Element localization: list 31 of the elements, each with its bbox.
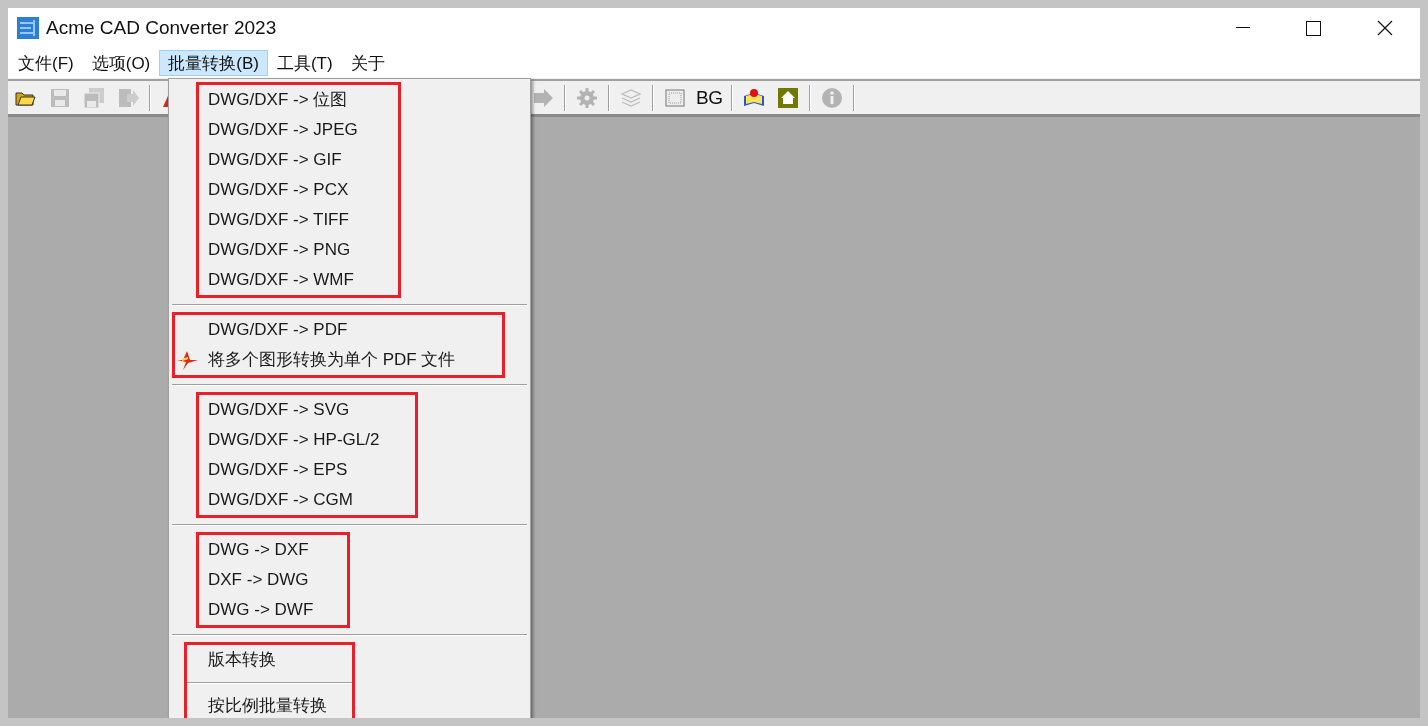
menu-item[interactable]: DWG -> DXF: [199, 535, 347, 565]
menu-bar-item[interactable]: 关于: [341, 50, 394, 76]
menu-bar-item[interactable]: 文件(F): [9, 50, 83, 76]
window-title: Acme CAD Converter 2023: [46, 15, 277, 40]
menu-item[interactable]: 按比例批量转换: [187, 691, 352, 718]
menu-item[interactable]: DWG/DXF -> GIF: [199, 145, 398, 175]
menu-item[interactable]: DWG/DXF -> HP-GL/2: [199, 425, 415, 455]
app-logo-icon: [17, 17, 39, 39]
menu-item[interactable]: DWG/DXF -> EPS: [199, 455, 415, 485]
menu-bar-item[interactable]: 选项(O): [82, 50, 160, 76]
close-icon: [1376, 20, 1393, 36]
menu-item[interactable]: DWG/DXF -> WMF: [199, 265, 398, 295]
menu-item[interactable]: 版本转换: [187, 645, 352, 675]
minimize-icon: [1235, 27, 1250, 29]
menu-bar-item[interactable]: 工具(T): [267, 50, 342, 76]
menu-item[interactable]: DWG/DXF -> 位图: [199, 85, 398, 115]
menu-item[interactable]: DWG/DXF -> PNG: [199, 235, 398, 265]
home-icon[interactable]: [776, 86, 799, 109]
menu-item[interactable]: DWG -> DWF: [199, 595, 347, 625]
menu-item[interactable]: DXF -> DWG: [199, 565, 347, 595]
menu-item[interactable]: 将多个图形转换为单个 PDF 文件: [175, 345, 502, 375]
maximize-icon: [1306, 20, 1321, 36]
menu-item[interactable]: DWG/DXF -> PDF: [175, 315, 502, 345]
toolbar-button[interactable]: BG: [692, 83, 727, 112]
menu-item[interactable]: DWG/DXF -> PCX: [199, 175, 398, 205]
menu-bar-item[interactable]: 批量转换(B): [159, 50, 268, 76]
menu-item[interactable]: DWG/DXF -> TIFF: [199, 205, 398, 235]
menu-item[interactable]: DWG/DXF -> JPEG: [199, 115, 398, 145]
menu-item[interactable]: DWG/DXF -> CGM: [199, 485, 415, 515]
menu-item[interactable]: DWG/DXF -> SVG: [199, 395, 415, 425]
grid-icon[interactable]: [664, 86, 686, 109]
